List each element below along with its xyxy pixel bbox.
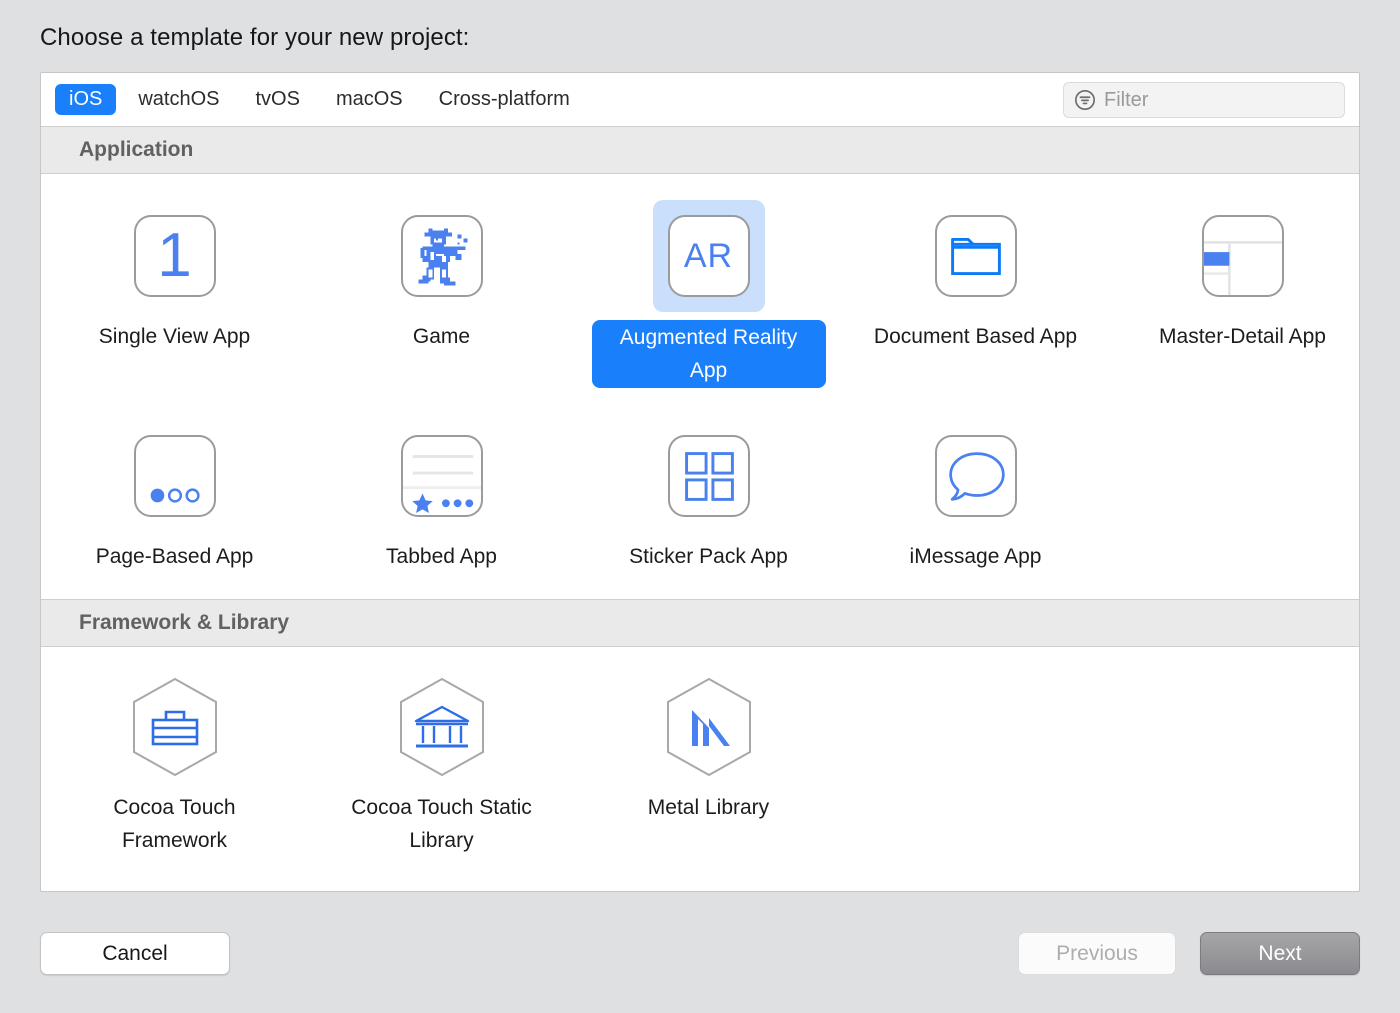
page-dots-icon — [134, 435, 216, 517]
template-row: Page-Based App — [41, 416, 1359, 573]
template-label: Augmented Reality App — [592, 320, 826, 388]
next-button[interactable]: Next — [1200, 932, 1360, 975]
library-building-hex-icon — [395, 676, 489, 778]
template-item-master-detail-app[interactable]: Master-Detail App — [1109, 196, 1360, 388]
cancel-button[interactable]: Cancel — [40, 932, 230, 975]
icon-wrap: AR — [653, 200, 765, 312]
icon-wrap — [920, 200, 1032, 312]
template-item-metal-library[interactable]: Metal Library — [575, 667, 842, 857]
icon-wrap — [653, 671, 765, 783]
tab-macos[interactable]: macOS — [322, 84, 417, 115]
template-label: Master-Detail App — [1151, 320, 1334, 353]
template-item-page-based-app[interactable]: Page-Based App — [41, 416, 308, 573]
framework-template-grid: Cocoa Touch Framework — [41, 647, 1359, 883]
icon-wrap — [386, 671, 498, 783]
speech-bubble-icon — [935, 435, 1017, 517]
template-item-game[interactable]: Game — [308, 196, 575, 388]
new-project-template-dialog: Choose a template for your new project: … — [0, 0, 1400, 1013]
icon-wrap — [119, 420, 231, 532]
template-item-cocoa-touch-static-library[interactable]: Cocoa Touch Static Library — [308, 667, 575, 857]
template-row: Cocoa Touch Framework — [41, 667, 1359, 857]
template-label: Cocoa Touch Static Library — [329, 791, 555, 857]
template-item-imessage-app[interactable]: iMessage App — [842, 416, 1109, 573]
template-label: Single View App — [91, 320, 258, 353]
template-label: Metal Library — [640, 791, 777, 824]
tab-ios[interactable]: iOS — [55, 84, 116, 115]
document-folder-icon — [935, 215, 1017, 297]
template-item-tabbed-app[interactable]: Tabbed App — [308, 416, 575, 573]
template-item-augmented-reality-app[interactable]: AR Augmented Reality App — [575, 196, 842, 388]
tab-cross-platform[interactable]: Cross-platform — [425, 84, 584, 115]
icon-wrap — [653, 420, 765, 532]
template-item-document-based-app[interactable]: Document Based App — [842, 196, 1109, 388]
icon-wrap — [386, 200, 498, 312]
template-item-sticker-pack-app[interactable]: Sticker Pack App — [575, 416, 842, 573]
icon-wrap — [386, 420, 498, 532]
template-browser-panel: iOS watchOS tvOS macOS Cross-platform Fi… — [40, 72, 1360, 892]
filter-input[interactable]: Filter — [1063, 82, 1345, 118]
master-detail-split-icon — [1202, 215, 1284, 297]
template-label: Page-Based App — [88, 540, 262, 573]
platform-tabbar: iOS watchOS tvOS macOS Cross-platform Fi… — [41, 73, 1359, 126]
template-item-single-view-app[interactable]: 1 Single View App — [41, 196, 308, 388]
game-robot-icon — [401, 215, 483, 297]
briefcase-hex-icon — [128, 676, 222, 778]
section-header-application: Application — [41, 126, 1359, 174]
template-label: Cocoa Touch Framework — [62, 791, 288, 857]
tab-tvos[interactable]: tvOS — [242, 84, 314, 115]
icon-wrap — [1187, 200, 1299, 312]
icon-wrap — [119, 671, 231, 783]
filter-icon — [1074, 89, 1096, 111]
template-label: Document Based App — [866, 320, 1085, 353]
template-cell-empty — [1109, 667, 1360, 857]
template-label: Sticker Pack App — [621, 540, 796, 573]
template-cell-empty — [842, 667, 1109, 857]
single-view-app-icon: 1 — [134, 215, 216, 297]
previous-button[interactable]: Previous — [1018, 932, 1176, 975]
template-label: Game — [405, 320, 478, 353]
filter-placeholder: Filter — [1104, 89, 1148, 112]
template-item-cocoa-touch-framework[interactable]: Cocoa Touch Framework — [41, 667, 308, 857]
tab-bar-icon — [401, 435, 483, 517]
template-label: Tabbed App — [378, 540, 505, 573]
template-cell-empty — [1109, 416, 1360, 573]
icon-wrap — [920, 420, 1032, 532]
page-title: Choose a template for your new project: — [40, 24, 469, 52]
application-template-grid: 1 Single View App — [41, 174, 1359, 599]
sticker-grid-icon — [668, 435, 750, 517]
icon-wrap: 1 — [119, 200, 231, 312]
augmented-reality-app-icon: AR — [668, 215, 750, 297]
template-row: 1 Single View App — [41, 196, 1359, 388]
template-label: iMessage App — [902, 540, 1050, 573]
tab-watchos[interactable]: watchOS — [124, 84, 233, 115]
dialog-footer: Cancel Previous Next — [0, 920, 1400, 984]
section-header-framework-library: Framework & Library — [41, 599, 1359, 647]
metal-m-hex-icon — [662, 676, 756, 778]
